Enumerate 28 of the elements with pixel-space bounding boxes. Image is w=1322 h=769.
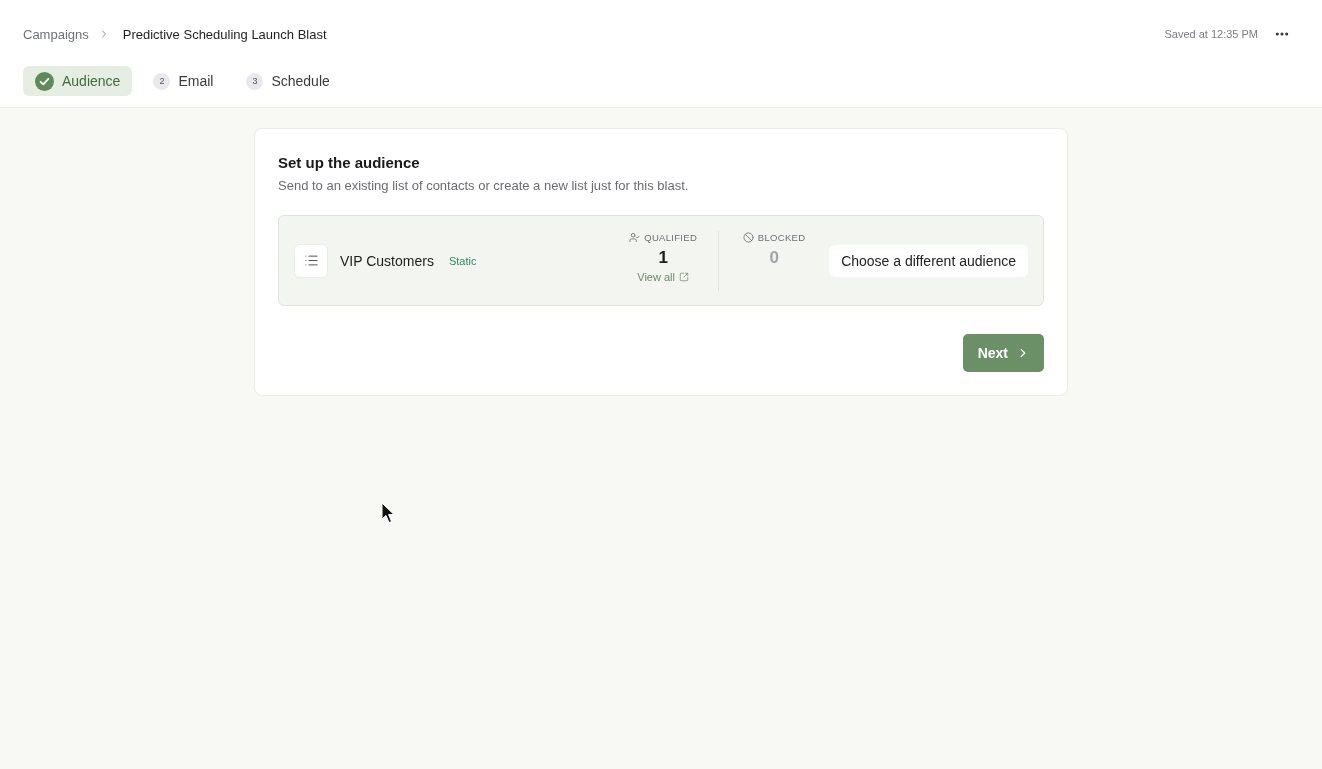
step-number: 2 (153, 72, 171, 90)
step-tab[interactable]: 2 Email (141, 66, 226, 96)
step-tab[interactable]: 3 Schedule (234, 66, 342, 96)
audience-type: Static (448, 254, 477, 267)
list-icon (294, 243, 328, 278)
user-check-icon (629, 232, 641, 243)
audience-name: VIP Customers (340, 252, 434, 269)
stat-value: 1 (658, 246, 668, 269)
check-circle-icon (35, 71, 54, 91)
step-number: 3 (246, 72, 264, 90)
step-label: Audience (62, 73, 121, 89)
card-title: Set up the audience (278, 153, 421, 173)
breadcrumb-current: Predictive Scheduling Launch Blast (122, 26, 327, 42)
external-link-icon (679, 271, 689, 282)
change-audience-button[interactable]: Choose a different audience (829, 244, 1028, 277)
step-label: Email (178, 73, 214, 89)
breadcrumb-link[interactable]: Campaigns (23, 26, 89, 42)
card-description: Send to an existing list of contacts or create a new list just for this blast. (278, 177, 690, 195)
save-status: Saved at 12:35 PM (1164, 28, 1258, 40)
stat-value: 0 (769, 246, 779, 269)
step-tab[interactable]: Audience (23, 66, 133, 96)
view-all-link[interactable]: View all (637, 268, 689, 285)
stat-label: QUALIFIED (644, 230, 698, 245)
ban-icon (742, 232, 754, 243)
next-button[interactable]: Next (962, 334, 1044, 372)
stat-label: BLOCKED (757, 230, 806, 245)
step-label: Schedule (271, 73, 330, 89)
cursor-icon (381, 502, 396, 524)
